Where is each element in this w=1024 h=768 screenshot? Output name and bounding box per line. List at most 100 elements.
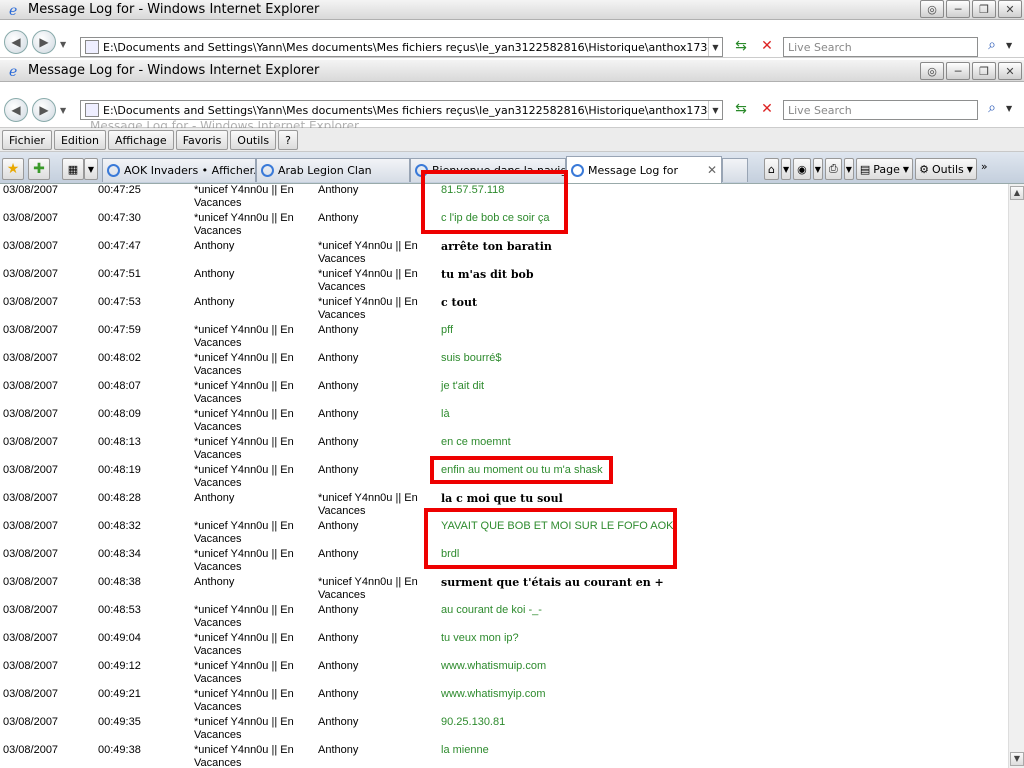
log-time: 00:49:35 — [98, 716, 141, 728]
search-icon[interactable]: ⌕ — [982, 37, 1002, 57]
log-row: 03/08/2007 00:48:09 *unicef Y4nn0u || En V… — [0, 407, 1008, 435]
address-bar[interactable]: E:\Documents and Settings\Yann\Mes docum… — [80, 100, 723, 120]
log-date: 03/08/2007 — [3, 352, 59, 364]
ie-page-icon — [107, 164, 120, 177]
log-row: 03/08/2007 00:48:34 *unicef Y4nn0u || En V… — [0, 547, 1008, 575]
chevron-down-icon: ▼ — [902, 164, 910, 174]
quick-tabs-icon[interactable]: ▦ — [62, 158, 84, 180]
history-dropdown-icon[interactable]: ▼ — [60, 106, 66, 115]
help-icon[interactable]: ◎ — [920, 0, 944, 18]
forward-arrow-icon[interactable]: ▶ — [32, 98, 56, 122]
log-sender: Anthony — [194, 240, 235, 252]
log-row: 03/08/2007 00:47:51 Anthony *unicef Y4nn0u … — [0, 267, 1008, 295]
menu-affichage[interactable]: Affichage — [108, 130, 174, 150]
log-date: 03/08/2007 — [3, 240, 59, 252]
log-row: 03/08/2007 00:49:12 *unicef Y4nn0u || En V… — [0, 659, 1008, 687]
address-dropdown-icon[interactable]: ▼ — [708, 38, 722, 56]
back-arrow-icon[interactable]: ◀ — [4, 98, 28, 122]
minimize-button[interactable]: ─ — [946, 62, 970, 80]
tools-menu-button[interactable]: ⚙ Outils ▼ — [915, 158, 977, 180]
log-sender: *unicef Y4nn0u || En Vacances — [194, 632, 294, 657]
log-message: suis bourré$ — [441, 352, 502, 364]
address-url[interactable]: E:\Documents and Settings\Yann\Mes docum… — [103, 41, 708, 54]
search-dropdown-icon[interactable]: ▼ — [1006, 41, 1012, 50]
log-sender: *unicef Y4nn0u || En Vacances — [194, 352, 294, 377]
tab-list-dropdown-icon[interactable]: ▼ — [84, 158, 98, 180]
address-url[interactable]: E:\Documents and Settings\Yann\Mes docum… — [103, 104, 708, 117]
log-recipient: Anthony — [318, 688, 359, 700]
log-recipient: Anthony — [318, 464, 359, 476]
vertical-scrollbar[interactable]: ▲ ▼ — [1008, 184, 1024, 768]
log-row: 03/08/2007 00:49:21 *unicef Y4nn0u || En V… — [0, 687, 1008, 715]
feeds-icon[interactable]: ◉ — [793, 158, 811, 180]
tab-message-log[interactable]: Message Log for ✕ — [566, 156, 722, 183]
print-dropdown-icon[interactable]: ▼ — [843, 158, 854, 180]
menu-favoris[interactable]: Favoris — [175, 130, 229, 150]
favorites-star-icon[interactable]: ★ — [2, 158, 24, 180]
log-message: la mienne — [441, 744, 489, 756]
minimize-button[interactable]: ─ — [946, 0, 970, 18]
search-input[interactable]: Live Search — [783, 100, 978, 120]
log-row: 03/08/2007 00:48:07 *unicef Y4nn0u || En V… — [0, 379, 1008, 407]
home-dropdown-icon[interactable]: ▼ — [780, 158, 792, 180]
log-row: 03/08/2007 00:48:32 *unicef Y4nn0u || En V… — [0, 519, 1008, 547]
log-row: 03/08/2007 00:48:13 *unicef Y4nn0u || En V… — [0, 435, 1008, 463]
log-date: 03/08/2007 — [3, 716, 59, 728]
address-dropdown-icon[interactable]: ▼ — [708, 101, 722, 119]
add-favorite-icon[interactable]: ✚ — [28, 158, 50, 180]
help-icon[interactable]: ◎ — [920, 62, 944, 80]
ie-page-icon — [415, 164, 428, 177]
new-tab-button[interactable] — [722, 158, 748, 182]
close-button[interactable]: ✕ — [998, 62, 1022, 80]
title-bar: e Message Log for - Windows Internet Exp… — [0, 60, 1024, 82]
back-arrow-icon[interactable]: ◀ — [4, 30, 28, 54]
tab-aok-invaders[interactable]: AOK Invaders • Afficher... — [102, 158, 256, 182]
menu-outils[interactable]: Outils — [230, 130, 277, 150]
log-row: 03/08/2007 00:47:59 *unicef Y4nn0u || En V… — [0, 323, 1008, 351]
menu-help[interactable]: ? — [278, 130, 298, 150]
refresh-icon[interactable]: ⇆ — [730, 101, 752, 119]
tab-arab-legion-clan[interactable]: Arab Legion Clan — [256, 158, 410, 182]
log-recipient: *unicef Y4nn0u || En Vacances — [318, 268, 418, 293]
search-dropdown-icon[interactable]: ▼ — [1006, 104, 1012, 113]
address-bar[interactable]: E:\Documents and Settings\Yann\Mes docum… — [80, 37, 723, 57]
history-dropdown-icon[interactable]: ▼ — [60, 40, 66, 49]
log-recipient: Anthony — [318, 632, 359, 644]
print-icon[interactable]: ⎙ — [824, 158, 842, 180]
tab-bienvenue[interactable]: Bienvenue dans la navig... — [410, 158, 566, 182]
menu-fichier[interactable]: Fichier — [2, 130, 52, 150]
search-input[interactable]: Live Search — [783, 37, 978, 57]
menu-edition[interactable]: Edition — [53, 130, 107, 150]
log-date: 03/08/2007 — [3, 212, 59, 224]
log-sender: *unicef Y4nn0u || En Vacances — [194, 604, 294, 629]
close-button[interactable]: ✕ — [998, 0, 1022, 18]
tab-label: Message Log for — [588, 163, 678, 177]
scroll-up-arrow-icon[interactable]: ▲ — [1010, 186, 1024, 200]
refresh-icon[interactable]: ⇆ — [730, 38, 752, 56]
feeds-dropdown-icon[interactable]: ▼ — [812, 158, 823, 180]
close-tab-icon[interactable]: ✕ — [701, 163, 717, 177]
log-sender: *unicef Y4nn0u || En Vacances — [194, 548, 294, 573]
log-date: 03/08/2007 — [3, 548, 59, 560]
log-time: 00:47:47 — [98, 240, 141, 252]
tab-label: Bienvenue dans la navig... — [432, 164, 566, 177]
scroll-down-arrow-icon[interactable]: ▼ — [1010, 752, 1024, 766]
log-row: 03/08/2007 00:47:53 Anthony *unicef Y4nn0u … — [0, 295, 1008, 323]
log-message: je t'ait dit — [441, 380, 485, 392]
forward-arrow-icon[interactable]: ▶ — [32, 30, 56, 54]
maximize-button[interactable]: ❐ — [972, 62, 996, 80]
toolbar-overflow-icon[interactable]: » — [979, 158, 990, 180]
stop-icon[interactable]: ✕ — [756, 101, 778, 119]
maximize-button[interactable]: ❐ — [972, 0, 996, 18]
home-icon[interactable]: ⌂ — [764, 158, 779, 180]
search-icon[interactable]: ⌕ — [982, 100, 1002, 120]
log-sender: *unicef Y4nn0u || En Vacances — [194, 324, 294, 349]
log-sender: Anthony — [194, 296, 235, 308]
stop-icon[interactable]: ✕ — [756, 38, 778, 56]
log-date: 03/08/2007 — [3, 688, 59, 700]
log-recipient: *unicef Y4nn0u || En Vacances — [318, 296, 418, 321]
log-row: 03/08/2007 00:49:38 *unicef Y4nn0u || En V… — [0, 743, 1008, 768]
page-menu-button[interactable]: ▤ Page ▼ — [855, 158, 914, 180]
log-date: 03/08/2007 — [3, 324, 59, 336]
svg-text:e: e — [9, 64, 17, 79]
